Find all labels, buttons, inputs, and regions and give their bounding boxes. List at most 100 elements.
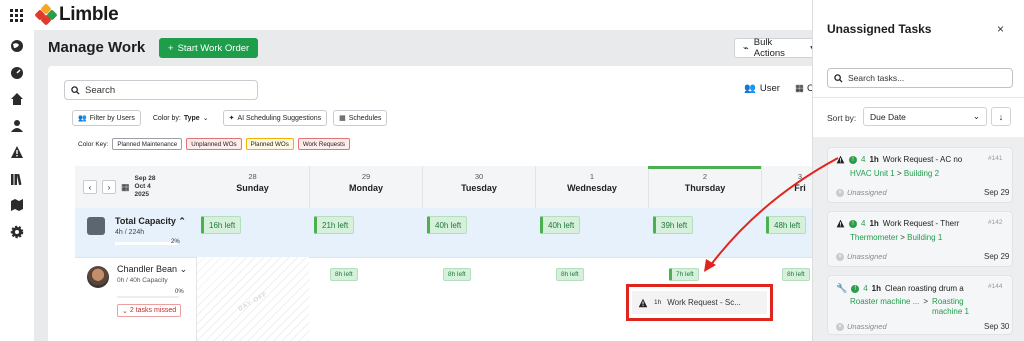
map-icon[interactable] <box>10 198 24 212</box>
task-due-date: Sep 30 <box>984 322 1010 331</box>
color-key: Color Key: Planned Maintenance Unplanned… <box>78 138 350 150</box>
arrow-down-icon: ↓ <box>998 111 1004 122</box>
task-title: Clean roasting drum a <box>885 284 964 293</box>
day-number: 30 <box>474 172 484 181</box>
schedules-label: Schedules <box>348 114 382 122</box>
prev-week-button[interactable]: ‹ <box>83 180 97 194</box>
search-tasks-input[interactable]: Search tasks... <box>827 68 1013 88</box>
total-capacity-percent: 2% <box>171 239 180 245</box>
filter-by-users-button[interactable]: 👥 Filter by Users <box>72 110 141 126</box>
capacity-left-badge: 48h left <box>766 216 807 234</box>
left-nav <box>0 30 34 341</box>
task-id: #142 <box>988 219 1003 226</box>
priority-icon: ! <box>849 155 857 164</box>
search-icon <box>834 73 843 83</box>
task-card[interactable]: ! 4 1h Work Request - AC no #141 HVAC Un… <box>827 147 1013 203</box>
task-location[interactable]: Thermometer > Building 1 <box>850 233 942 242</box>
limble-logo[interactable]: Limble <box>34 3 119 26</box>
unassigned-icon: × <box>836 188 844 197</box>
close-icon[interactable]: × <box>997 22 1004 36</box>
bulk-actions-label: Bulk Actions <box>753 37 785 59</box>
home-icon[interactable] <box>10 92 24 106</box>
task-assignee: × Unassigned <box>836 322 887 331</box>
person-hours-left-badge: 8h left <box>782 268 810 281</box>
start-work-order-button[interactable]: + Start Work Order <box>159 38 259 58</box>
schedules-button[interactable]: ▦ Schedules <box>333 110 388 126</box>
sort-direction-button[interactable]: ↓ <box>991 107 1011 126</box>
bulk-actions-button[interactable]: ⌁ Bulk Actions ▾ <box>734 37 824 59</box>
task-title: Work Request - Therr <box>882 219 960 228</box>
dropped-task-highlight[interactable]: 1h Work Request - Sc... <box>626 284 773 321</box>
dashboard-gauge-icon[interactable] <box>10 66 24 80</box>
person-hours-left-badge: 8h left <box>443 268 471 281</box>
total-capacity-hours: 4h / 224h <box>115 229 145 236</box>
person-name[interactable]: Chandler Bean ⌄ <box>117 264 187 275</box>
day-off-cell: DAY OFF <box>196 257 309 341</box>
day-header-wednesday: 1 Wednesday <box>535 166 648 208</box>
task-location[interactable]: Roaster machine ... > Roasting machine 1 <box>850 297 1010 317</box>
warning-icon <box>836 155 845 164</box>
capacity-left-badge: 16h left <box>201 216 242 234</box>
users-icon: 👥 <box>744 83 756 94</box>
day-header-tuesday: 30 Tuesday <box>422 166 535 208</box>
chevron-up-icon: ⌃ <box>178 216 186 226</box>
scheduled-task-card[interactable]: 1h Work Request - Sc... <box>632 291 767 314</box>
calendar-icon: ▦ <box>795 83 804 94</box>
apps-grid-icon[interactable] <box>10 8 32 22</box>
warning-icon <box>836 219 845 228</box>
wrench-icon: 🔧 <box>836 283 848 293</box>
chevron-down-icon: ⌄ <box>972 111 980 121</box>
color-key-planned-wos: Planned WOs <box>245 138 294 150</box>
search-input[interactable]: Search <box>64 80 258 100</box>
priority-icon: ! <box>851 284 860 293</box>
priority-icon: ! <box>849 219 857 228</box>
sort-by-select[interactable]: Due Date ⌄ <box>863 107 987 126</box>
ai-scheduling-button[interactable]: ✦ AI Scheduling Suggestions <box>222 110 328 126</box>
day-number: 2 <box>702 172 708 181</box>
today-indicator <box>648 166 761 169</box>
row-divider <box>75 257 838 258</box>
globe-icon[interactable] <box>10 39 24 53</box>
range-end: Oct 4 <box>134 183 151 190</box>
task-hours: 1h <box>869 219 879 228</box>
unassigned-icon: × <box>836 252 844 261</box>
user-view-toggle[interactable]: 👥 User <box>744 83 780 94</box>
tasks-missed-button[interactable]: ⌄ 2 tasks missed <box>117 304 182 317</box>
user-view-label: User <box>759 83 780 94</box>
color-by-select[interactable]: Color by: Type ⌄ <box>153 114 209 123</box>
task-hours: 1h <box>871 284 882 293</box>
person-hours-left-badge: 8h left <box>556 268 584 281</box>
total-capacity-title[interactable]: Total Capacity ⌃ <box>115 216 186 227</box>
color-key-label: Color Key: <box>78 140 109 148</box>
page-title: Manage Work <box>48 39 146 56</box>
next-week-button[interactable]: › <box>102 180 116 194</box>
day-name: Sunday <box>236 183 269 193</box>
task-card[interactable]: 🔧 ! 4 1h Clean roasting drum a #144 Roas… <box>827 275 1013 335</box>
unassigned-tasks-panel: Unassigned Tasks × Search tasks... Sort … <box>812 0 1024 341</box>
day-number: 1 <box>589 172 595 181</box>
capacity-left-badge: 40h left <box>427 216 468 234</box>
day-name: Wednesday <box>567 183 617 193</box>
task-location[interactable]: HVAC Unit 1 > Building 2 <box>850 169 939 178</box>
brand-name: Limble <box>59 4 119 25</box>
panel-title: Unassigned Tasks <box>827 22 932 36</box>
capacity-left-badge: 40h left <box>540 216 581 234</box>
sort-by-value: Due Date <box>870 111 906 122</box>
task-card[interactable]: ! 4 1h Work Request - Therr #142 Thermom… <box>827 211 1013 267</box>
capacity-left-badge: 21h left <box>314 216 355 234</box>
search-tasks-placeholder: Search tasks... <box>848 73 905 83</box>
priority-value: 4 <box>861 155 866 164</box>
limble-logo-mark-icon <box>34 3 58 26</box>
avatar[interactable] <box>87 266 109 288</box>
user-icon[interactable] <box>10 119 24 133</box>
person-hours-left-badge: 8h left <box>330 268 358 281</box>
task-due-date: Sep 29 <box>984 188 1010 197</box>
date-navigator: ‹ › ▦ Sep 28 Oct 4 2025 <box>75 166 196 208</box>
day-header-monday: 29 Monday <box>309 166 422 208</box>
warning-icon[interactable] <box>10 145 24 159</box>
search-icon <box>71 85 80 95</box>
library-icon[interactable] <box>10 172 24 186</box>
calendar-icon[interactable]: ▦ <box>121 182 130 193</box>
settings-gear-icon[interactable] <box>10 225 24 239</box>
range-start: Sep 28 <box>134 175 156 182</box>
